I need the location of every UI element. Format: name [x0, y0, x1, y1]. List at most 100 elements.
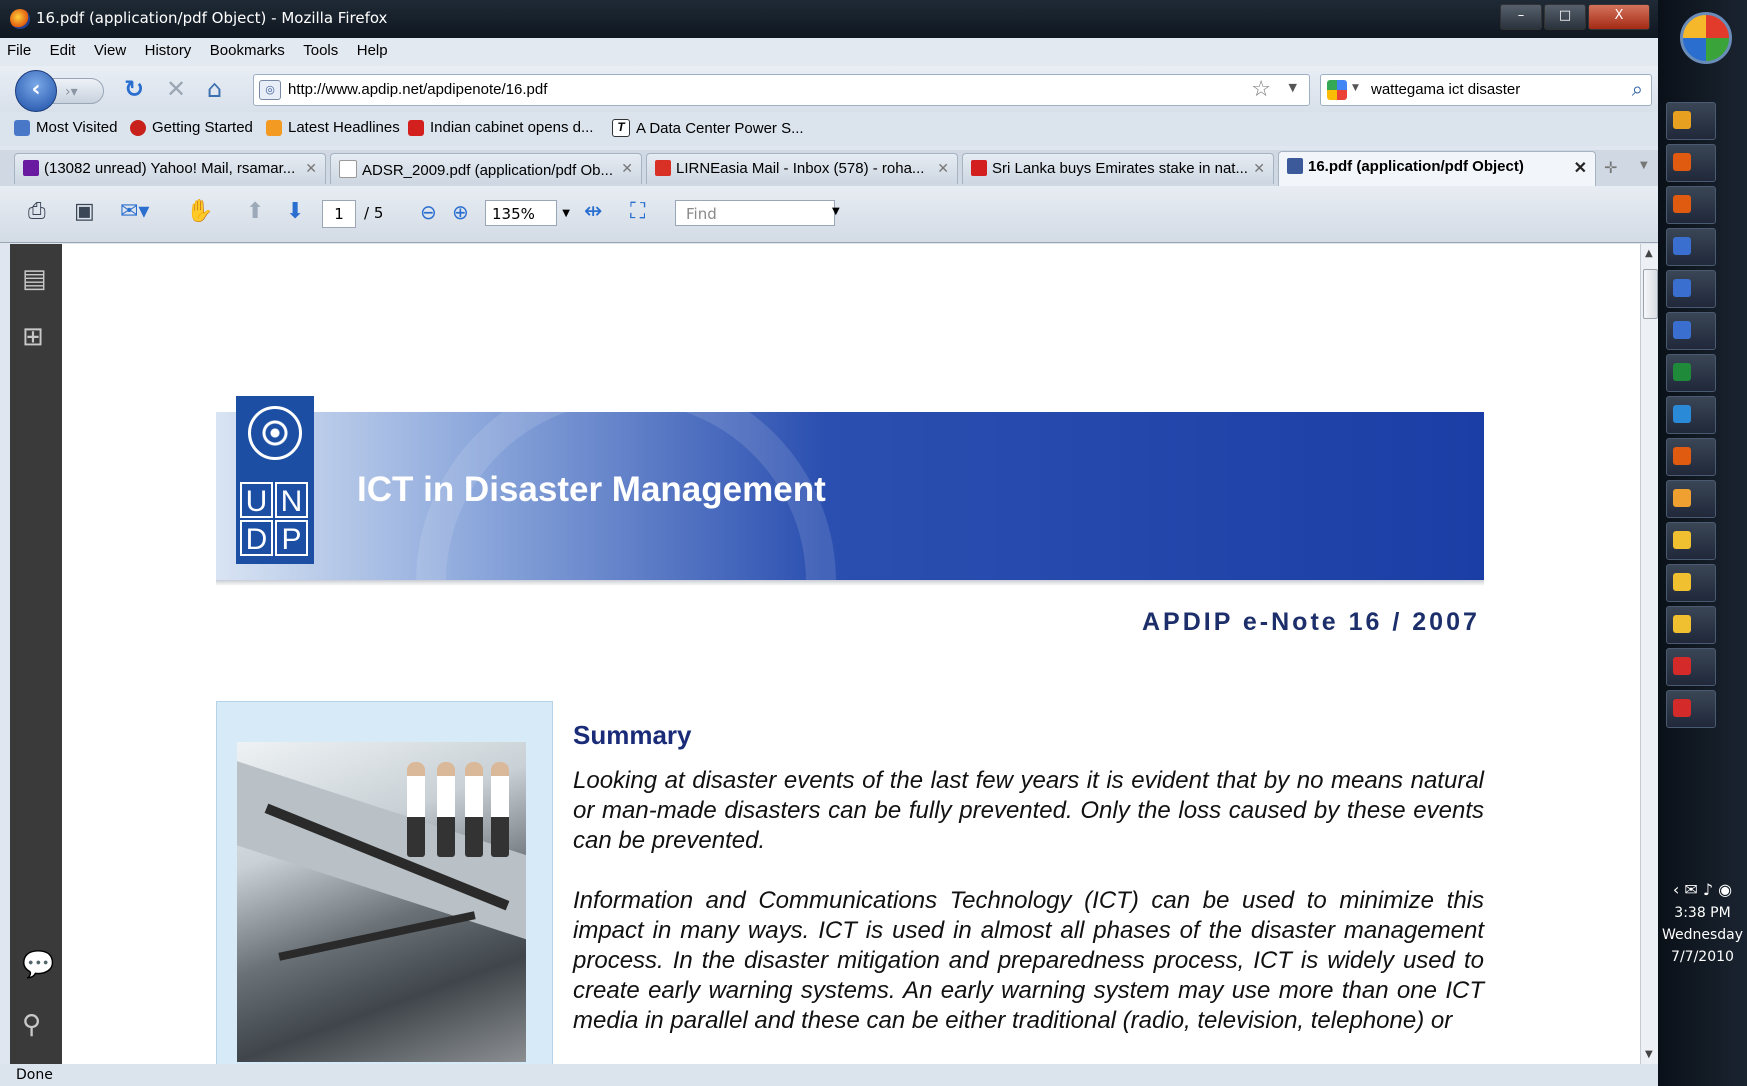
menu-view[interactable]: View — [87, 38, 133, 63]
nytimes-icon: T — [612, 119, 630, 137]
taskbar-app-button[interactable] — [1666, 186, 1716, 224]
email-icon[interactable]: ✉▾ — [120, 198, 149, 226]
zoom-level-select[interactable]: 135% ▼ — [485, 200, 570, 226]
app-icon — [1673, 657, 1691, 675]
menu-help[interactable]: Help — [350, 38, 395, 63]
tab-close-icon[interactable]: ✕ — [621, 160, 633, 177]
taskbar-app-button[interactable] — [1666, 144, 1716, 182]
scroll-down-icon[interactable]: ▼ — [1645, 1049, 1653, 1060]
page-number-input[interactable]: 1 — [322, 200, 356, 228]
taskbar-app-button[interactable] — [1666, 102, 1716, 140]
attachments-icon[interactable]: ⚲ — [22, 1010, 41, 1040]
site-identity-icon[interactable]: ◎ — [259, 80, 281, 100]
maximize-button[interactable]: □ — [1544, 4, 1586, 30]
search-icon[interactable]: ⌕ — [1632, 77, 1643, 101]
url-text[interactable]: http://www.apdip.net/apdipenote/16.pdf — [288, 81, 547, 98]
back-button[interactable]: ‹ — [15, 70, 57, 112]
tab-close-icon[interactable]: ✕ — [1574, 158, 1587, 178]
zoom-out-icon[interactable]: ⊖ — [420, 198, 437, 226]
tray-clock-time[interactable]: 3:38 PM — [1658, 905, 1747, 921]
taskbar-app-button[interactable] — [1666, 396, 1716, 434]
tab-close-icon[interactable]: ✕ — [1253, 160, 1265, 177]
list-all-tabs-icon[interactable]: ▼ — [1640, 160, 1648, 171]
tab-adsr-pdf[interactable]: ADSR_2009.pdf (application/pdf Ob... ✕ — [330, 153, 642, 184]
menu-edit[interactable]: Edit — [43, 38, 83, 63]
document-icon — [1287, 158, 1303, 174]
forward-button[interactable]: ›▾ — [50, 78, 104, 104]
app-icon — [1673, 279, 1691, 297]
pages-icon[interactable]: ▤ — [22, 264, 47, 294]
address-bar[interactable]: ◎ http://www.apdip.net/apdipenote/16.pdf… — [253, 74, 1310, 106]
bookmark-getting-started[interactable]: Getting Started — [130, 119, 253, 136]
start-button[interactable] — [1680, 12, 1732, 64]
taskbar-app-button[interactable] — [1666, 354, 1716, 392]
summary-heading: Summary — [573, 720, 692, 750]
comments-icon[interactable]: 💬 — [22, 950, 54, 980]
find-input[interactable]: Find — [675, 200, 835, 226]
photo-person — [437, 762, 455, 857]
google-search-icon[interactable] — [1327, 80, 1347, 100]
taskbar-app-button[interactable] — [1666, 690, 1716, 728]
fit-width-icon[interactable]: ⇹ — [584, 198, 602, 226]
bookmark-star-icon[interactable]: ☆ — [1251, 77, 1271, 102]
search-bar[interactable]: ▼ wattegama ict disaster ⌕ — [1320, 74, 1652, 106]
earthquake-photo — [237, 742, 526, 1062]
next-page-icon[interactable]: ⬇ — [286, 198, 304, 226]
vertical-scrollbar[interactable]: ▲ ▼ — [1640, 244, 1659, 1064]
tab-sri-lanka-emirates[interactable]: Sri Lanka buys Emirates stake in nat... ✕ — [962, 153, 1274, 184]
scroll-up-icon[interactable]: ▲ — [1645, 248, 1653, 259]
bookmarks-pane-icon[interactable]: ⊞ — [22, 322, 44, 352]
taskbar-app-button[interactable] — [1666, 312, 1716, 350]
home-icon[interactable]: ⌂ — [207, 76, 222, 102]
tab-close-icon[interactable]: ✕ — [937, 160, 949, 177]
close-button[interactable]: X — [1588, 4, 1650, 30]
print-icon[interactable]: ⎙ — [28, 198, 46, 226]
taskbar-app-button[interactable] — [1666, 606, 1716, 644]
menu-history[interactable]: History — [138, 38, 199, 63]
scrollbar-thumb[interactable] — [1643, 269, 1658, 319]
search-query[interactable]: wattegama ict disaster — [1371, 81, 1520, 98]
previous-page-icon[interactable]: ⬆ — [246, 198, 264, 226]
tab-close-icon[interactable]: ✕ — [305, 160, 317, 177]
taskbar-app-button[interactable] — [1666, 270, 1716, 308]
menu-file[interactable]: File — [0, 38, 38, 63]
hand-tool-icon[interactable]: ✋ — [186, 198, 213, 226]
pdf-navigation-pane: ▤ ⊞ 💬 ⚲ — [10, 244, 62, 1064]
menu-bookmarks[interactable]: Bookmarks — [203, 38, 292, 63]
getting-started-icon — [130, 119, 146, 136]
minimize-button[interactable]: – — [1500, 4, 1542, 30]
reload-icon[interactable]: ↻ — [124, 76, 144, 102]
stop-icon[interactable]: ✕ — [166, 76, 186, 102]
tab-lirneasia-mail[interactable]: LIRNEasia Mail - Inbox (578) - roha... ✕ — [646, 153, 958, 184]
fit-page-icon[interactable]: ⛶ — [630, 198, 645, 226]
taskbar-app-button[interactable] — [1666, 522, 1716, 560]
photo-person — [491, 762, 509, 857]
url-dropdown-icon[interactable]: ▼ — [1289, 81, 1297, 94]
app-icon — [1673, 195, 1691, 213]
bookmark-indian-cabinet[interactable]: Indian cabinet opens d... — [408, 119, 593, 136]
bookmark-latest-headlines[interactable]: Latest Headlines — [266, 119, 400, 136]
search-engine-dropdown-icon[interactable]: ▼ — [1352, 83, 1359, 93]
find-dropdown-icon[interactable]: ▼ — [832, 206, 840, 217]
tray-clock-day[interactable]: Wednesday — [1658, 927, 1747, 943]
tray-clock-date[interactable]: 7/7/2010 — [1658, 949, 1747, 965]
logo-letter: P — [275, 520, 308, 556]
taskbar-app-button[interactable] — [1666, 480, 1716, 518]
zoom-in-icon[interactable]: ⊕ — [452, 198, 469, 226]
status-bar: Done — [0, 1064, 1658, 1086]
taskbar-app-button[interactable] — [1666, 438, 1716, 476]
window-title: 16.pdf (application/pdf Object) - Mozill… — [36, 9, 388, 27]
navigation-toolbar: ›▾ ‹ ↻ ✕ ⌂ ◎ http://www.apdip.net/apdipe… — [0, 66, 1658, 112]
taskbar-app-button[interactable] — [1666, 564, 1716, 602]
tab-16-pdf[interactable]: 16.pdf (application/pdf Object) ✕ — [1278, 151, 1596, 186]
taskbar-app-button[interactable] — [1666, 648, 1716, 686]
bookmark-most-visited[interactable]: Most Visited — [14, 119, 117, 136]
photo-person — [465, 762, 483, 857]
bookmark-data-center[interactable]: TA Data Center Power S... — [612, 119, 804, 137]
save-icon[interactable]: ▣ — [74, 198, 95, 226]
yahoo-icon — [23, 160, 39, 176]
taskbar-app-button[interactable] — [1666, 228, 1716, 266]
new-tab-icon[interactable]: ✛ — [1604, 158, 1617, 177]
tab-yahoo-mail[interactable]: (13082 unread) Yahoo! Mail, rsamar... ✕ — [14, 153, 326, 184]
menu-tools[interactable]: Tools — [296, 38, 345, 63]
